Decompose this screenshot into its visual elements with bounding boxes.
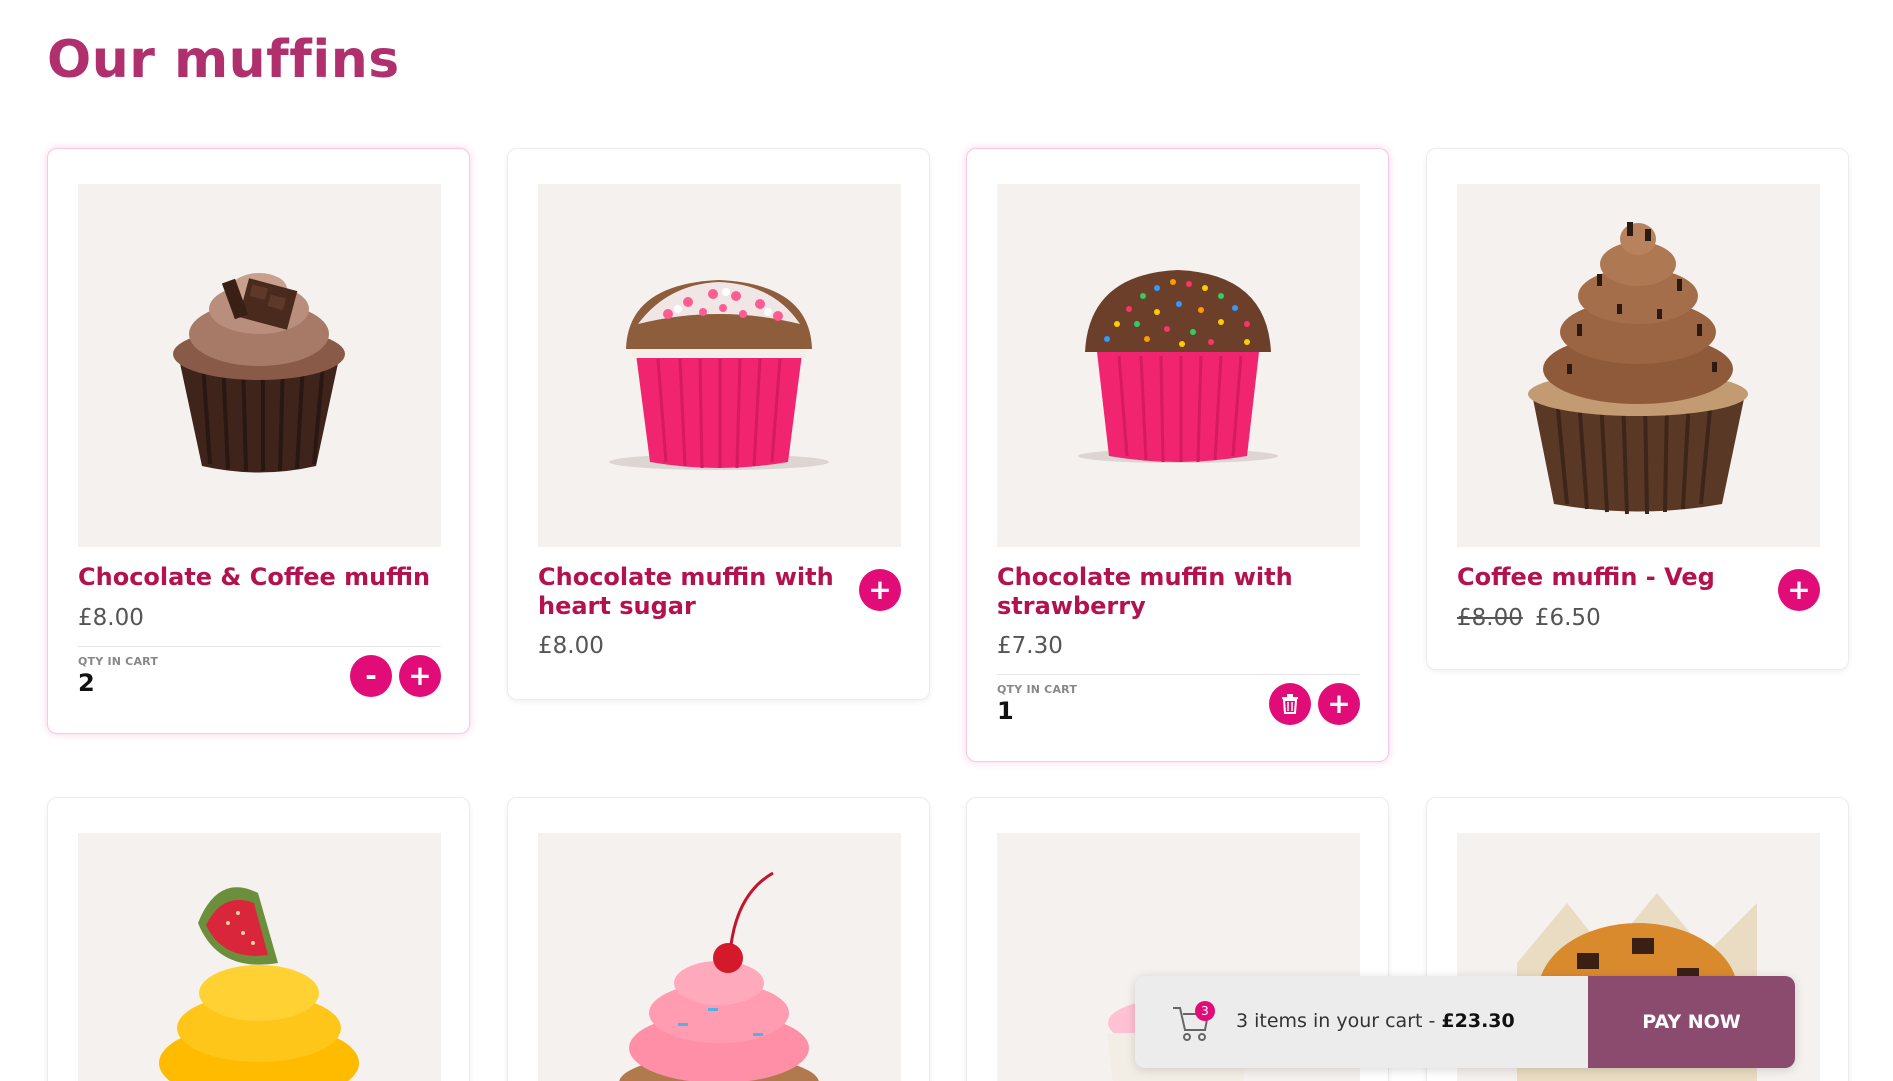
- product-image[interactable]: [538, 833, 901, 1081]
- plus-icon: +: [868, 573, 892, 606]
- product-price: £8.00: [538, 633, 604, 659]
- product-image[interactable]: [997, 184, 1360, 547]
- minus-icon: -: [365, 659, 377, 692]
- product-price: £7.30: [997, 633, 1063, 659]
- qty-label: QTY IN CART: [78, 655, 159, 668]
- qty-label: QTY IN CART: [997, 683, 1078, 696]
- cart-info[interactable]: 3 3 items in your cart - £23.30: [1135, 976, 1588, 1068]
- product-card: [47, 797, 470, 1081]
- pay-now-button[interactable]: PAY NOW: [1588, 976, 1795, 1068]
- product-card: Chocolate & Coffee muffin £8.00 QTY IN C…: [47, 148, 470, 734]
- current-price: £6.50: [1534, 605, 1601, 631]
- add-to-cart-button[interactable]: +: [1778, 569, 1820, 611]
- add-to-cart-button[interactable]: +: [859, 569, 901, 611]
- increase-qty-button[interactable]: +: [1318, 683, 1360, 725]
- product-card: Chocolate muffin with heart sugar £8.00 …: [507, 148, 930, 700]
- page-title: Our muffins: [47, 30, 400, 90]
- current-price: £8.00: [538, 633, 604, 659]
- cart-total: £23.30: [1441, 1010, 1515, 1032]
- product-card: Coffee muffin - Veg £8.00 £6.50 +: [1426, 148, 1849, 670]
- current-price: £7.30: [997, 633, 1063, 659]
- plus-icon: +: [408, 659, 432, 692]
- product-card: [507, 797, 930, 1081]
- plus-icon: +: [1327, 687, 1351, 720]
- product-price: £8.00: [78, 605, 144, 631]
- decrease-qty-button[interactable]: -: [350, 655, 392, 697]
- qty-row: QTY IN CART 2 - +: [78, 646, 441, 726]
- product-card: Chocolate muffin with strawberry £7.30 Q…: [966, 148, 1389, 762]
- current-price: £8.00: [78, 605, 144, 631]
- plus-icon: +: [1787, 573, 1811, 606]
- trash-icon: [1282, 693, 1298, 714]
- cart-items-text: 3 items in your cart -: [1236, 1010, 1442, 1032]
- product-name[interactable]: Chocolate & Coffee muffin: [78, 563, 441, 592]
- product-name[interactable]: Chocolate muffin with heart sugar: [538, 563, 838, 621]
- cart-summary-text: 3 items in your cart - £23.30: [1236, 1010, 1515, 1032]
- old-price: £8.00: [1457, 605, 1523, 631]
- product-image[interactable]: [78, 184, 441, 547]
- cart-count-badge: 3: [1195, 1001, 1215, 1021]
- product-name[interactable]: Chocolate muffin with strawberry: [997, 563, 1297, 621]
- product-price: £8.00 £6.50: [1457, 605, 1601, 631]
- remove-from-cart-button[interactable]: [1269, 683, 1311, 725]
- qty-row: QTY IN CART 1 +: [997, 674, 1360, 754]
- qty-value: 2: [78, 669, 95, 697]
- product-name[interactable]: Coffee muffin - Veg: [1457, 563, 1757, 592]
- qty-value: 1: [997, 697, 1014, 725]
- product-image[interactable]: [1457, 184, 1820, 547]
- product-image[interactable]: [538, 184, 901, 547]
- increase-qty-button[interactable]: +: [399, 655, 441, 697]
- product-image[interactable]: [78, 833, 441, 1081]
- cart-summary-bar: 3 3 items in your cart - £23.30 PAY NOW: [1135, 976, 1795, 1068]
